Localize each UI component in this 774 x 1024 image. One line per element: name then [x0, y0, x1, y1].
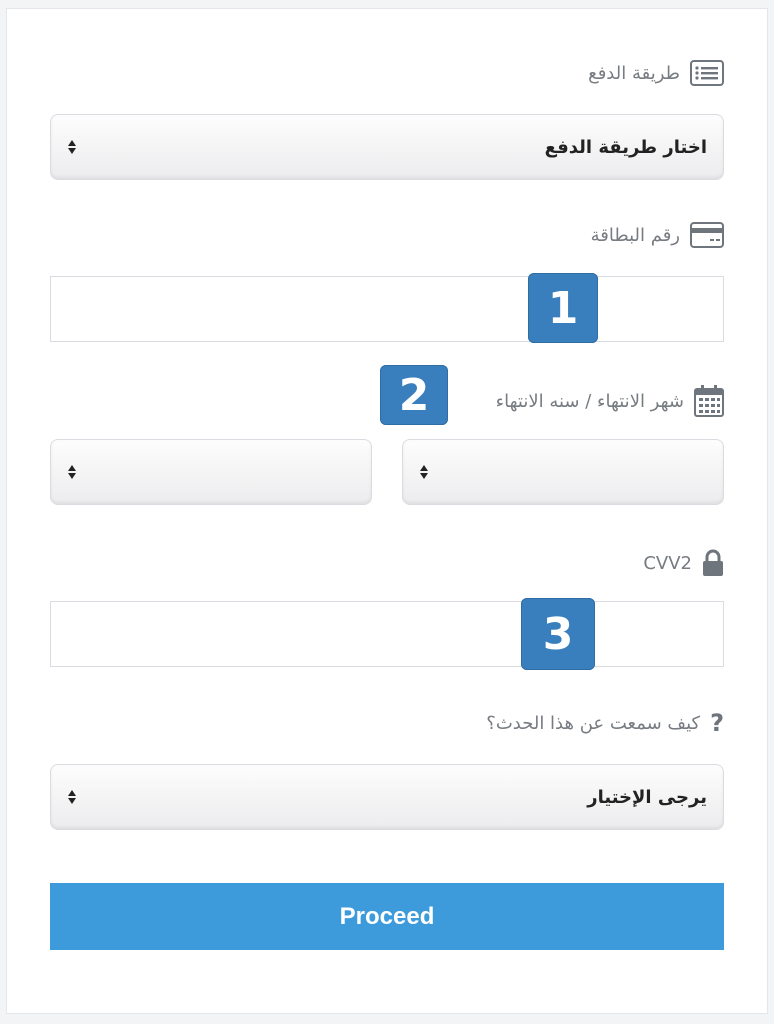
annotation-badge-3: 3	[521, 598, 595, 670]
expiry-label-text: شهر الانتهاء / سنه الانتهاء	[495, 390, 684, 412]
cvv-input[interactable]	[50, 601, 724, 667]
how-heard-selected: يرجى الإختيار	[587, 786, 707, 808]
cvv-label: CVV2	[643, 549, 724, 577]
payment-method-select[interactable]: اختار طريقة الدفع	[50, 114, 724, 180]
calendar-icon	[694, 385, 724, 417]
how-heard-label: ? كيف سمعت عن هذا الحدث؟	[486, 709, 724, 737]
card-number-input[interactable]	[50, 276, 724, 342]
expiry-label: شهر الانتهاء / سنه الانتهاء	[496, 385, 724, 417]
expiry-month-select[interactable]	[402, 439, 724, 505]
select-arrows-icon	[67, 465, 77, 479]
payment-method-selected: اختار طريقة الدفع	[544, 136, 707, 158]
card-number-label: رقم البطاقة	[591, 222, 724, 248]
credit-card-icon	[690, 222, 724, 248]
card-number-label-text: رقم البطاقة	[590, 224, 680, 246]
cvv-label-text: CVV2	[643, 552, 692, 574]
expiry-year-select[interactable]	[50, 439, 372, 505]
select-arrows-icon	[419, 465, 429, 479]
how-heard-select[interactable]: يرجى الإختيار	[50, 764, 724, 830]
question-icon: ?	[710, 709, 724, 737]
proceed-button[interactable]: Proceed	[50, 883, 724, 950]
lock-icon	[702, 549, 724, 577]
how-heard-label-text: كيف سمعت عن هذا الحدث؟	[486, 712, 701, 734]
annotation-badge-1: 1	[528, 273, 598, 343]
list-icon	[690, 60, 724, 86]
select-arrows-icon	[67, 140, 77, 154]
annotation-badge-2: 2	[380, 365, 448, 425]
payment-method-label: طريقة الدفع	[588, 60, 724, 86]
select-arrows-icon	[67, 790, 77, 804]
payment-method-label-text: طريقة الدفع	[588, 62, 680, 84]
